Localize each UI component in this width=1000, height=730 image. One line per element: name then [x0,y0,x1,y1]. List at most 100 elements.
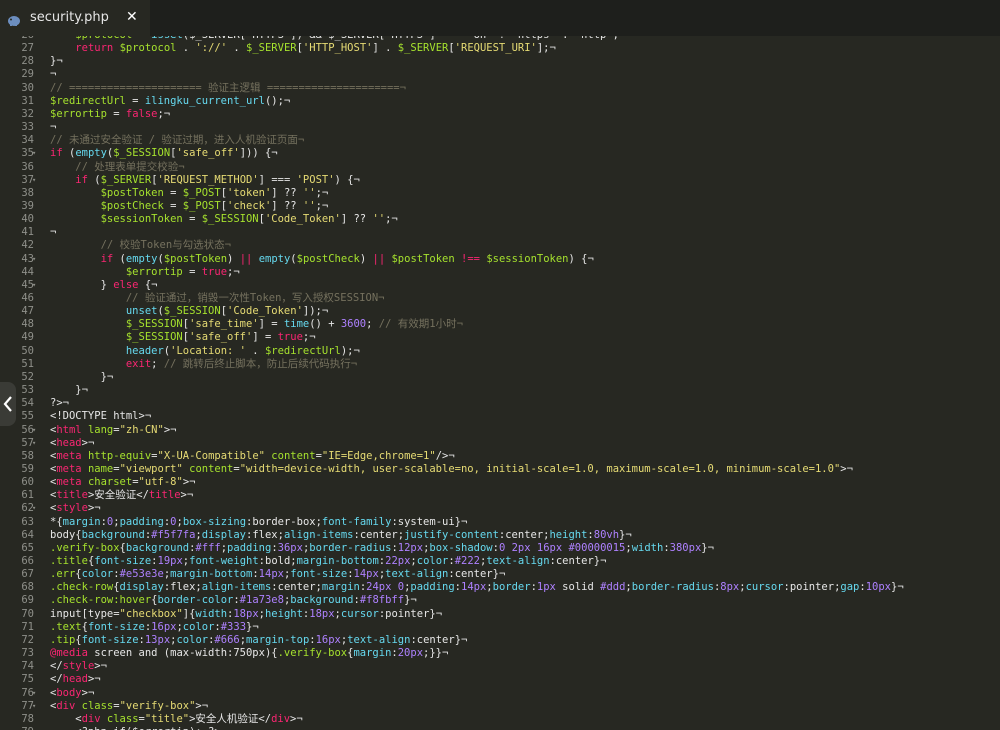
code-line[interactable]: // 未通过安全验证 / 验证过期，进入人机验证页面¬ [50,134,996,147]
code-token: 'safe_off' [189,331,253,344]
code-line[interactable]: $errortip = true;¬ [50,266,996,279]
code-line[interactable]: .title{font-size:19px;font-weight:bold;m… [50,555,996,568]
code-line[interactable]: *{margin:0;padding:0;box-sizing:border-b… [50,516,996,529]
code-line[interactable]: $_SESSION['safe_off'] = true;¬ [50,331,996,344]
fold-toggle-icon[interactable]: ▾ [32,502,36,515]
code-line[interactable]: <head>¬ [50,437,996,450]
code-line[interactable]: // 校验Token与勾选状态¬ [50,239,996,252]
code-line[interactable]: $postCheck = $_POST['check'] ?? '';¬ [50,200,996,213]
fold-toggle-icon[interactable]: ▾ [32,174,36,187]
code-line[interactable]: ¬ [50,68,996,81]
code-line[interactable]: input[type="checkbox"]{width:18px;height… [50,608,996,621]
code-line[interactable]: $redirectUrl = ilingku_current_url();¬ [50,95,996,108]
code-token: @media [50,647,88,660]
code-line[interactable]: $protocol = isset($_SERVER['HTTPS']) && … [50,36,996,42]
line-number: 29 [21,68,34,81]
code-token: unset [125,305,158,318]
code-line[interactable]: .check-row{display:flex;align-items:cent… [50,581,996,594]
code-line[interactable]: // 验证通过，销毁一次性Token，写入授权SESSION¬ [50,292,996,305]
fold-toggle-icon[interactable]: ▾ [32,424,36,437]
code-token: ] ?? [271,186,303,199]
code-line[interactable]: <style>¬ [50,502,996,515]
code-token: padding [227,541,272,554]
line-number: 77 [21,699,34,712]
code-line[interactable]: $postToken = $_POST['token'] ?? '';¬ [50,187,996,200]
code-line[interactable]: <div class="title">安全人机验证</div>¬ [50,713,996,726]
fold-toggle-icon[interactable]: ▾ [32,700,36,713]
code-line[interactable]: $errortip = false;¬ [50,108,996,121]
code-token: :center; [498,528,550,541]
code-line[interactable]: }¬ [50,384,996,397]
code-line[interactable]: ?>¬ [50,397,996,410]
fold-toggle-icon[interactable]: ▾ [32,253,36,266]
code-line[interactable]: ¬ [50,226,996,239]
code-line[interactable]: ¬ [50,121,996,134]
code-line[interactable]: if (empty($_SESSION['safe_off'])) {¬ [50,147,996,160]
code-token: 13px [144,633,171,646]
code-token: </ [50,660,63,673]
code-token: margin-top [246,633,310,646]
code-line[interactable]: <meta charset="utf-8">¬ [50,476,996,489]
code-token: >¬ [87,502,101,515]
code-line[interactable]: .err{color:#e53e3e;margin-bottom:14px;fo… [50,568,996,581]
code-token: true [201,265,228,278]
code-line[interactable]: </head>¬ [50,673,996,686]
code-line[interactable]: .text{font-size:16px;color:#333}¬ [50,621,996,634]
code-editor[interactable]: 26272829303132333435▾3637▾383940414243▾4… [0,36,1000,730]
code-line[interactable]: <title>安全验证</title>¬ [50,489,996,502]
code-line[interactable]: header('Location: ' . $redirectUrl);¬ [50,345,996,358]
code-line[interactable]: <div class="verify-box">¬ [50,700,996,713]
code-line[interactable]: unset($_SESSION['Code_Token']);¬ [50,305,996,318]
code-line[interactable]: $_SESSION['safe_time'] = time() + 3600; … [50,318,996,331]
code-line[interactable]: <body>¬ [50,687,996,700]
code-line[interactable]: body{background:#f5f7fa;display:flex;ali… [50,529,996,542]
code-line[interactable]: .check-row:hover{border-color:#1a73e8;ba… [50,594,996,607]
code-area[interactable]: $protocol = isset($_SERVER['HTTPS']) && … [50,36,996,730]
fold-toggle-icon[interactable]: ▾ [32,279,36,292]
code-line[interactable]: .verify-box{background:#fff;padding:36px… [50,542,996,555]
code-line[interactable]: return $protocol . '://' . $_SERVER['HTT… [50,42,996,55]
line-number: 40 [21,213,34,226]
code-line[interactable]: }¬ [50,55,996,68]
code-line[interactable]: } else {¬ [50,279,996,292]
fold-toggle-icon[interactable]: ▾ [32,147,36,160]
code-token: :pointer}¬ [378,607,443,620]
code-token: border-radius [631,581,714,594]
code-token: >¬ [81,686,95,699]
code-token: background [81,528,145,541]
code-line[interactable]: // 处理表单提交校验¬ [50,161,996,174]
code-token: $_SESSION [163,305,221,318]
fold-toggle-icon[interactable]: ▾ [32,687,36,700]
code-line[interactable]: <meta http-equiv="X-UA-Compatible" conte… [50,450,996,463]
code-line[interactable]: .tip{font-size:13px;color:#666;margin-to… [50,634,996,647]
code-line[interactable]: }¬ [50,371,996,384]
code-line[interactable]: <meta name="viewport" content="width=dev… [50,463,996,476]
code-line[interactable]: if ($_SERVER['REQUEST_METHOD'] === 'POST… [50,174,996,187]
code-token: color [416,555,449,567]
fold-toggle-icon[interactable]: ▾ [32,437,36,450]
code-line[interactable]: <html lang="zh-CN">¬ [50,424,996,437]
code-token: display [201,528,247,541]
code-token: ]{ [182,607,196,620]
code-line[interactable]: @media screen and (max-width:750px){.ver… [50,647,996,660]
line-number: 57 [21,436,34,449]
close-icon[interactable]: ✕ [126,9,138,25]
code-line[interactable]: exit; // 跳转后终止脚本，防止后续代码执行¬ [50,358,996,371]
code-line[interactable]: <?php if($errortip): ?>¬ [50,726,996,730]
code-token: "IE=Edge,chrome=1" [321,449,436,462]
line-number: 33 [21,121,34,134]
code-token: 18px [309,607,335,620]
code-token: height [549,528,588,541]
code-token: .check-row [50,581,114,594]
code-token: style [56,502,88,515]
sidebar-toggle-button[interactable] [0,382,16,426]
tab-security-php[interactable]: security.php ✕ [0,0,150,36]
code-line[interactable]: if (empty($postToken) || empty($postChec… [50,253,996,266]
code-line[interactable]: <!DOCTYPE html>¬ [50,410,996,423]
code-line[interactable]: // ===================== 验证主逻辑 =========… [50,82,996,95]
code-token: {¬ [138,278,158,291]
code-line[interactable]: </style>¬ [50,660,996,673]
code-line[interactable]: $sessionToken = $_SESSION['Code_Token'] … [50,213,996,226]
